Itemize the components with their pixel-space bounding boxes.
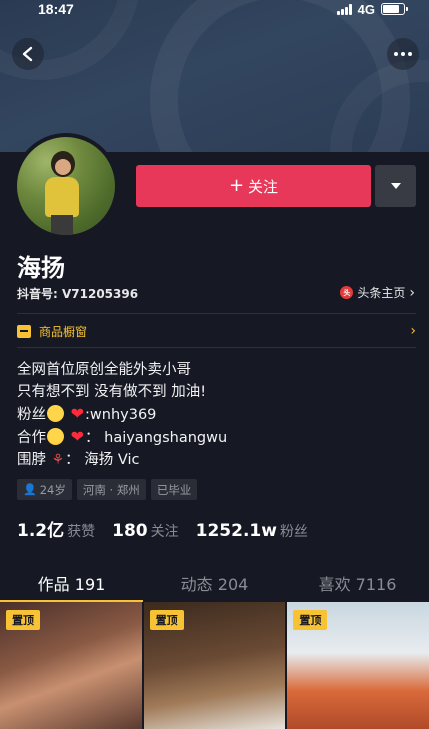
video-thumbnail[interactable]: 置顶 xyxy=(143,602,286,729)
avatar[interactable] xyxy=(13,133,119,239)
bio-text: ： haiyangshangwu xyxy=(85,430,228,446)
profile-banner xyxy=(0,0,429,152)
shop-window-label: 商品橱窗 xyxy=(39,324,88,339)
battery-icon xyxy=(381,3,408,15)
toutiao-link-label: 头条主页 xyxy=(357,286,406,300)
location-tag: 河南 · 郑州 xyxy=(76,479,146,500)
pinned-badge: 置顶 xyxy=(6,610,40,630)
profile-stats: 1.2亿 获赞 180 关注 1252.1w 粉丝 xyxy=(17,516,308,541)
more-dots-icon xyxy=(394,52,412,56)
toutiao-homepage-link[interactable]: 头 头条主页 › xyxy=(340,284,415,301)
plus-icon: + xyxy=(228,175,245,196)
tab-activity[interactable]: 动态 204 xyxy=(143,567,286,602)
battery-level xyxy=(383,5,399,13)
recommend-dropdown-button[interactable] xyxy=(375,165,416,207)
smile-emoji-icon xyxy=(47,428,64,445)
toutiao-icon: 头 xyxy=(340,286,354,299)
pinned-badge: 置顶 xyxy=(149,610,184,630)
person-icon: 👤 xyxy=(23,483,37,496)
douyin-id: 抖音号: V71205396 xyxy=(17,287,139,301)
follow-button[interactable]: + 关注 xyxy=(136,165,371,207)
shop-icon xyxy=(17,324,31,338)
caret-down-icon xyxy=(390,183,401,189)
follow-button-label: 关注 xyxy=(248,177,279,196)
bio-text: 围脖 xyxy=(17,452,46,468)
tab-works[interactable]: 作品 191 xyxy=(0,567,143,602)
back-button[interactable] xyxy=(12,38,44,70)
video-grid: 置顶 置顶 置顶 xyxy=(0,602,429,729)
bio-line: 围脖 ⚘： 海扬 Vic xyxy=(17,449,227,471)
chevron-right-icon: › xyxy=(409,284,415,301)
username: 海扬 xyxy=(17,254,65,282)
stat-label: 获赞 xyxy=(67,524,96,540)
avatar-image xyxy=(17,137,115,235)
heart-emoji-icon: ❤ xyxy=(70,404,85,423)
stat-label: 关注 xyxy=(150,524,179,540)
shop-window-row[interactable]: 商品橱窗 › xyxy=(17,320,416,342)
bio-text: ： 海扬 Vic xyxy=(65,452,140,468)
more-options-button[interactable] xyxy=(387,38,419,70)
scarf-emoji-icon: ⚘ xyxy=(51,452,65,468)
stat-label: 粉丝 xyxy=(279,524,308,540)
tag-label: 已毕业 xyxy=(156,482,192,497)
bio-text: 粉丝 xyxy=(17,407,46,423)
bio-line: 全网首位原创全能外卖小哥 xyxy=(17,362,191,378)
stat-number: 1252.1w xyxy=(195,521,277,541)
following-stat[interactable]: 180 关注 xyxy=(112,521,179,541)
pinned-badge: 置顶 xyxy=(293,610,328,630)
divider xyxy=(17,313,416,314)
profile-tags: 👤 24岁 河南 · 郑州 已毕业 xyxy=(17,479,198,500)
stat-number: 180 xyxy=(112,521,148,541)
age-tag: 👤 24岁 xyxy=(17,479,72,500)
stat-number: 1.2亿 xyxy=(17,521,65,541)
heart-emoji-icon: ❤ xyxy=(70,427,85,446)
status-indicators: 4G xyxy=(336,1,408,17)
bio-text: 合作 xyxy=(17,430,46,446)
video-thumbnail[interactable]: 置顶 xyxy=(0,602,142,729)
bio: 全网首位原创全能外卖小哥 只有想不到 没有做不到 加油! 粉丝 ❤:wnhy36… xyxy=(17,359,227,471)
bio-line: 合作 ❤： haiyangshangwu xyxy=(17,426,227,449)
video-thumbnail[interactable]: 置顶 xyxy=(287,602,429,729)
network-type: 4G xyxy=(357,1,375,17)
bio-text: :wnhy369 xyxy=(85,407,157,423)
likes-stat: 1.2亿 获赞 xyxy=(17,516,95,541)
education-tag: 已毕业 xyxy=(150,479,198,500)
tab-likes[interactable]: 喜欢 7116 xyxy=(286,567,429,602)
back-arrow-icon xyxy=(22,46,33,62)
status-bar: 18:47 4G xyxy=(0,0,429,18)
tag-label: 24岁 xyxy=(39,482,66,497)
content-tabs: 作品 191 动态 204 喜欢 7116 xyxy=(0,567,429,602)
bio-line: 粉丝 ❤:wnhy369 xyxy=(17,403,227,426)
signal-icon xyxy=(336,3,352,15)
status-time: 18:47 xyxy=(38,1,74,17)
tag-label: 河南 · 郑州 xyxy=(82,482,140,497)
bio-line: 只有想不到 没有做不到 加油! xyxy=(17,384,207,400)
divider xyxy=(17,347,416,348)
chevron-right-icon: › xyxy=(410,323,416,339)
followers-stat[interactable]: 1252.1w 粉丝 xyxy=(196,521,308,541)
smile-emoji-icon xyxy=(47,405,64,422)
